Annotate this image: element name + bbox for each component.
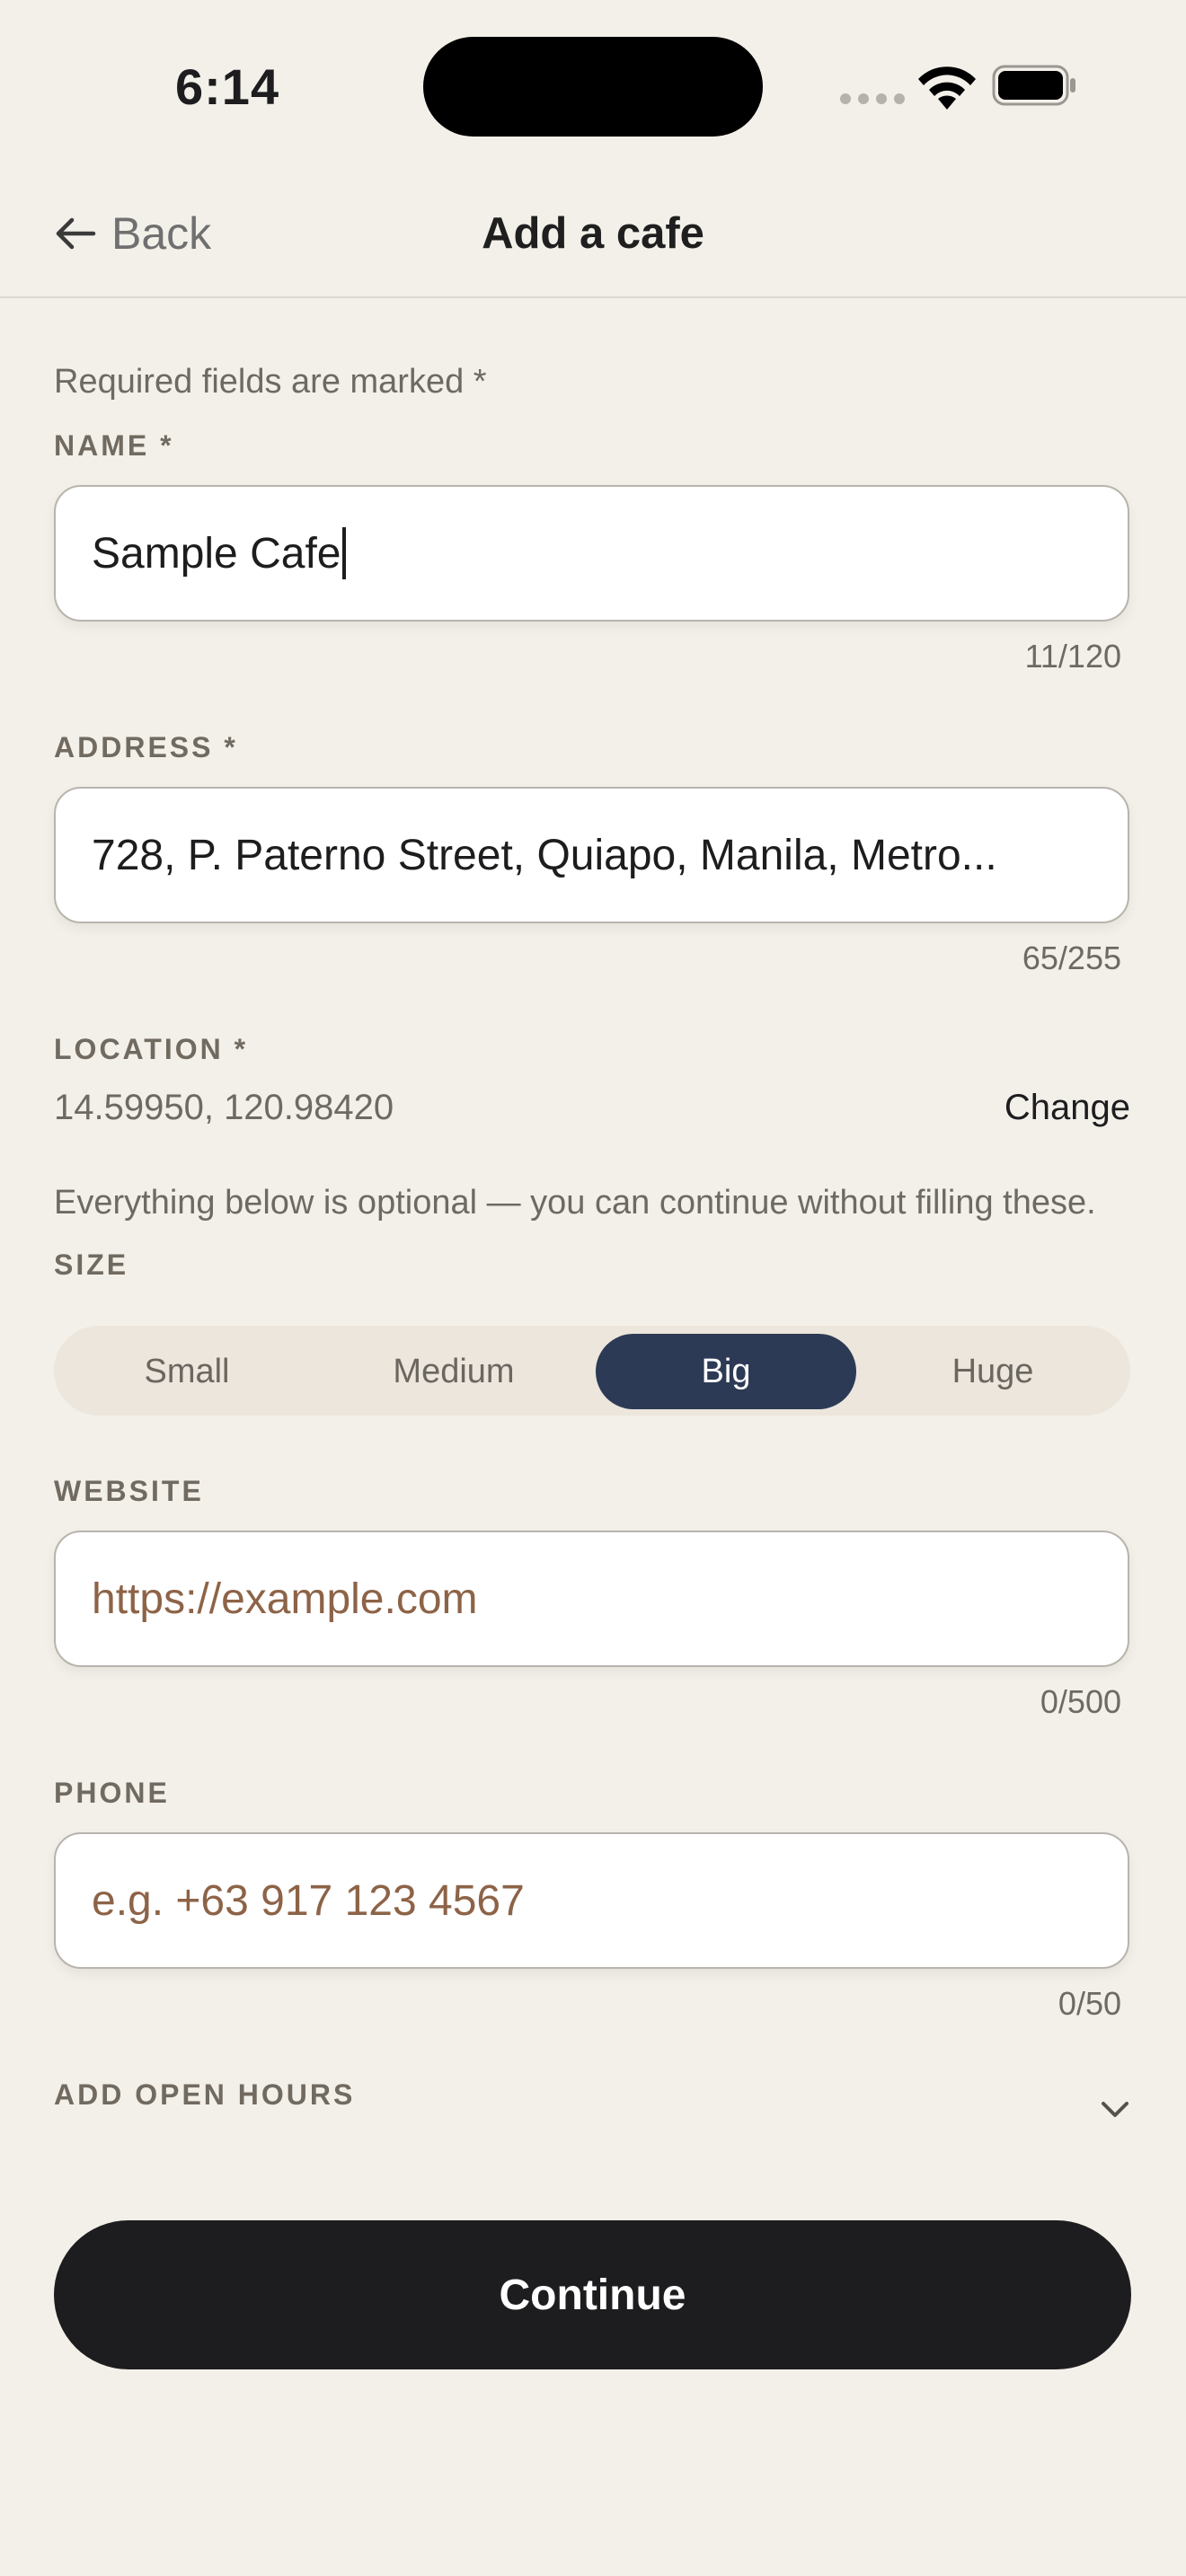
size-selector: Small Medium Big Huge — [54, 1326, 1130, 1416]
name-label: NAME * — [54, 429, 174, 462]
required-note: Required fields are marked * — [54, 363, 487, 401]
address-input[interactable]: 728, P. Paterno Street, Quiapo, Manila, … — [54, 787, 1129, 923]
wifi-icon — [918, 66, 976, 110]
address-input-value: 728, P. Paterno Street, Quiapo, Manila, … — [92, 831, 997, 879]
website-counter: 0/500 — [1040, 1683, 1121, 1720]
page-title: Add a cafe — [482, 209, 704, 258]
address-label: ADDRESS * — [54, 731, 238, 763]
change-location-button[interactable]: Change — [1005, 1088, 1130, 1128]
status-time: 6:14 — [175, 58, 280, 115]
phone-label: PHONE — [54, 1777, 170, 1809]
add-open-hours-toggle[interactable]: ADD OPEN HOURS — [54, 2075, 1132, 2129]
phone-input[interactable]: e.g. +63 917 123 4567 — [54, 1832, 1129, 1969]
phone-placeholder: e.g. +63 917 123 4567 — [92, 1876, 525, 1925]
website-label: WEBSITE — [54, 1475, 204, 1507]
text-caret — [342, 527, 347, 579]
continue-button[interactable]: Continue — [54, 2220, 1131, 2369]
optional-note: Everything below is optional — you can c… — [54, 1184, 1096, 1222]
open-hours-label: ADD OPEN HOURS — [54, 2078, 356, 2111]
location-label: LOCATION * — [54, 1033, 249, 1065]
size-option-medium[interactable]: Medium — [323, 1334, 584, 1409]
size-label: SIZE — [54, 1248, 129, 1281]
navigation-bar: Back Add a cafe — [0, 171, 1186, 298]
status-bar: 6:14 — [0, 0, 1186, 171]
size-option-small[interactable]: Small — [57, 1334, 317, 1409]
cellular-signal-icon — [840, 93, 905, 104]
battery-icon — [992, 65, 1075, 106]
address-counter: 65/255 — [1022, 940, 1121, 976]
website-placeholder: https://example.com — [92, 1575, 478, 1623]
name-input[interactable]: Sample Cafe — [54, 485, 1129, 622]
size-option-huge[interactable]: Huge — [863, 1334, 1123, 1409]
size-option-big[interactable]: Big — [596, 1334, 856, 1409]
phone-counter: 0/50 — [1058, 1985, 1121, 2022]
chevron-down-icon — [1102, 2102, 1128, 2117]
website-input[interactable]: https://example.com — [54, 1531, 1129, 1667]
name-counter: 11/120 — [1024, 638, 1121, 675]
name-input-value: Sample Cafe — [92, 529, 341, 578]
location-coordinates: 14.59950, 120.98420 — [54, 1088, 394, 1127]
dynamic-island — [423, 37, 763, 137]
